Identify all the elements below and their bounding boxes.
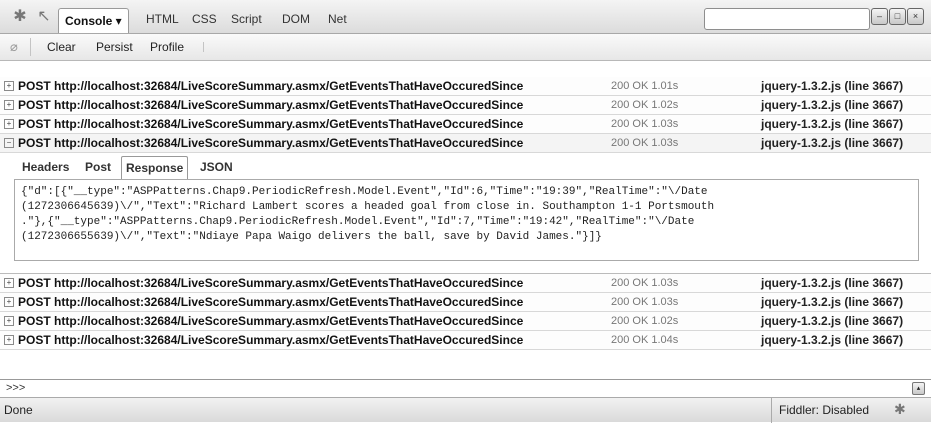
collapse-icon[interactable]: − [4,138,14,148]
source-link[interactable]: jquery-1.3.2.js (line 3667) [761,134,903,152]
console-toolbar: ⌀ Clear Persist Profile [0,34,931,61]
request-url[interactable]: POST http://localhost:32684/LiveScoreSum… [18,96,523,114]
expand-icon[interactable]: + [4,316,14,326]
source-link[interactable]: jquery-1.3.2.js (line 3667) [761,96,903,114]
tab-html[interactable]: HTML [140,9,185,29]
separator [30,38,31,56]
request-status: 200 OK 1.02s [611,99,679,111]
response-line: ."},{"__type":"ASPPatterns.Chap9.Periodi… [21,216,695,228]
request-url[interactable]: POST http://localhost:32684/LiveScoreSum… [18,331,523,349]
separator [203,42,204,52]
response-line: {"d":[{"__type":"ASPPatterns.Chap9.Perio… [21,186,708,198]
request-row[interactable]: + POST http://localhost:32684/LiveScoreS… [0,331,931,350]
search-input[interactable] [704,8,870,30]
status-divider [771,398,772,423]
tab-response[interactable]: Response [121,156,189,179]
source-link[interactable]: jquery-1.3.2.js (line 3667) [761,293,903,311]
tab-net[interactable]: Net [322,9,353,29]
expand-icon[interactable]: + [4,335,14,345]
command-line[interactable]: >>> ▴ [0,379,931,397]
clear-button[interactable]: Clear [47,40,76,54]
expand-icon[interactable]: + [4,119,14,129]
response-panel: {"d":[{"__type":"ASPPatterns.Chap9.Perio… [14,179,919,261]
source-link[interactable]: jquery-1.3.2.js (line 3667) [761,115,903,133]
maximize-button[interactable]: □ [889,8,906,25]
source-link[interactable]: jquery-1.3.2.js (line 3667) [761,77,903,95]
request-status: 200 OK 1.04s [611,334,679,346]
request-status: 200 OK 1.03s [611,137,679,149]
expand-icon[interactable]: + [4,278,14,288]
request-status: 200 OK 1.03s [611,277,679,289]
source-link[interactable]: jquery-1.3.2.js (line 3667) [761,312,903,330]
clear-icon[interactable]: ⌀ [10,39,18,55]
response-line: (1272306655639)\/","Text":"Ndiaye Papa W… [21,231,602,243]
tab-script[interactable]: Script [225,9,268,29]
request-row-expanded[interactable]: − POST http://localhost:32684/LiveScoreS… [0,134,931,153]
firebug-toolbar: ✱ ↖ Console ▾ HTML CSS Script DOM Net – … [0,0,931,34]
request-status: 200 OK 1.03s [611,118,679,130]
request-url[interactable]: POST http://localhost:32684/LiveScoreSum… [18,274,523,292]
request-url[interactable]: POST http://localhost:32684/LiveScoreSum… [18,115,523,133]
request-status: 200 OK 1.01s [611,80,679,92]
status-bar: Done Fiddler: Disabled ✱ [0,397,931,423]
fiddler-icon[interactable]: ✱ [894,401,906,418]
source-link[interactable]: jquery-1.3.2.js (line 3667) [761,331,903,349]
expand-icon[interactable]: + [4,81,14,91]
expand-icon[interactable]: + [4,100,14,110]
request-url[interactable]: POST http://localhost:32684/LiveScoreSum… [18,312,523,330]
request-row[interactable]: + POST http://localhost:32684/LiveScoreS… [0,312,931,331]
tab-json[interactable]: JSON [196,158,237,176]
request-url[interactable]: POST http://localhost:32684/LiveScoreSum… [18,293,523,311]
fiddler-status[interactable]: Fiddler: Disabled [779,403,869,417]
close-button[interactable]: × [907,8,924,25]
status-text: Done [4,403,33,417]
request-row[interactable]: + POST http://localhost:32684/LiveScoreS… [0,96,931,115]
request-url[interactable]: POST http://localhost:32684/LiveScoreSum… [18,134,523,152]
request-url[interactable]: POST http://localhost:32684/LiveScoreSum… [18,77,523,95]
tab-headers[interactable]: Headers [18,158,73,176]
request-status: 200 OK 1.03s [611,296,679,308]
minimize-button[interactable]: – [871,8,888,25]
inspect-icon[interactable]: ↖ [34,8,54,26]
expand-icon[interactable]: + [4,297,14,307]
bug-icon[interactable]: ✱ [10,8,30,26]
profile-button[interactable]: Profile [150,40,184,54]
request-row[interactable]: + POST http://localhost:32684/LiveScoreS… [0,274,931,293]
request-detail: Headers Post Response JSON {"d":[{"__typ… [0,153,931,274]
persist-button[interactable]: Persist [96,40,133,54]
tab-post[interactable]: Post [81,158,115,176]
tab-css[interactable]: CSS [186,9,223,29]
request-row[interactable]: + POST http://localhost:32684/LiveScoreS… [0,293,931,312]
tab-console[interactable]: Console ▾ [58,8,129,33]
tab-dom[interactable]: DOM [276,9,316,29]
source-link[interactable]: jquery-1.3.2.js (line 3667) [761,274,903,292]
expand-command-button[interactable]: ▴ [912,382,925,395]
request-row[interactable]: + POST http://localhost:32684/LiveScoreS… [0,77,931,96]
request-status: 200 OK 1.02s [611,315,679,327]
response-line: (1272306645639)\/","Text":"Richard Lambe… [21,201,715,213]
command-prompt: >>> [6,382,26,394]
request-row[interactable]: + POST http://localhost:32684/LiveScoreS… [0,115,931,134]
